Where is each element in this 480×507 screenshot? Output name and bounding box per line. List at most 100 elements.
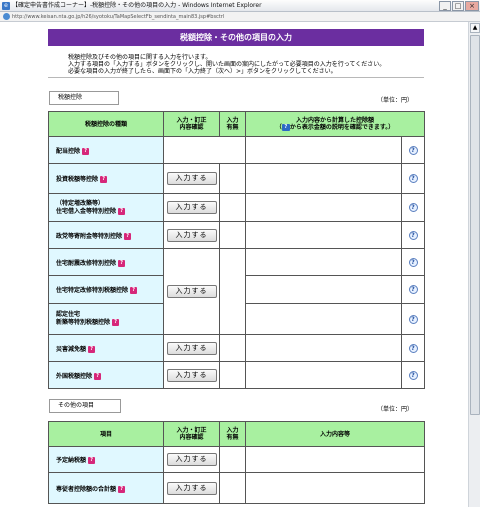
scroll-thumb[interactable] bbox=[470, 35, 480, 415]
question-icon[interactable]: ? bbox=[88, 457, 96, 464]
help-icon[interactable]: ? bbox=[408, 285, 418, 294]
help-icon[interactable]: ? bbox=[408, 230, 418, 240]
amount-cell bbox=[245, 221, 402, 249]
table-row: 住宅耐震改修特別控除? 入力する ? bbox=[48, 248, 426, 335]
question-icon[interactable]: ? bbox=[124, 232, 132, 240]
button-cell: 入力する bbox=[163, 221, 220, 249]
table-row: （特定増改築等） 住宅借入金等特別控除? 入力する ? bbox=[48, 193, 426, 222]
table-row: 配当控除? ? bbox=[48, 136, 426, 164]
help-cell: ? bbox=[400, 163, 426, 194]
row-label: 災害減免額? bbox=[48, 334, 164, 362]
help-icon[interactable]: ? bbox=[408, 370, 418, 380]
button-cell: 入力する bbox=[163, 472, 220, 504]
table-row: 専従者控除額の合計額? 入力する bbox=[48, 472, 425, 504]
question-icon[interactable]: ? bbox=[82, 147, 90, 155]
input-button[interactable]: 入力する bbox=[166, 285, 217, 298]
window-title: 【確定申告書作成コーナー】-税額控除・その他の項目の入力 - Windows I… bbox=[12, 2, 262, 9]
input-button[interactable]: 入力する bbox=[166, 228, 217, 242]
help-icon[interactable]: ? bbox=[408, 145, 418, 155]
amount-cell bbox=[245, 303, 402, 335]
has-cell bbox=[219, 221, 246, 249]
help-icon[interactable]: ? bbox=[408, 174, 418, 183]
button-cell: 入力する bbox=[163, 248, 220, 335]
amount-cell bbox=[245, 361, 402, 389]
table-row: 投資税額等控除? 入力する ? bbox=[48, 163, 426, 194]
scroll-up-arrow-icon[interactable]: ▲ bbox=[470, 23, 480, 33]
help-cell: ? bbox=[400, 361, 426, 389]
amount-cell bbox=[245, 136, 402, 164]
address-text: http://www.keisan.nta.go.jp/h26/syotoku/… bbox=[12, 14, 225, 20]
help-cell: ? bbox=[400, 136, 426, 164]
close-button[interactable]: × bbox=[465, 1, 479, 11]
question-icon[interactable]: ? bbox=[130, 287, 138, 294]
amount-cell bbox=[245, 275, 402, 304]
has-cell bbox=[219, 472, 246, 504]
other-unit: （単位：円） bbox=[376, 406, 413, 413]
other-section-label: その他の項目 bbox=[49, 399, 121, 413]
address-bar[interactable]: http://www.keisan.nta.go.jp/h26/syotoku/… bbox=[0, 12, 480, 22]
row-label: 認定住宅 新築等特別税額控除? bbox=[48, 303, 164, 335]
header-type: 税額控除の種類 bbox=[48, 111, 164, 137]
input-button[interactable]: 入力する bbox=[166, 201, 217, 214]
question-icon[interactable]: ? bbox=[112, 319, 120, 326]
tax-credit-table: 税額控除の種類 入力・訂正 内容確認 入力 有無 入力内容から計算した控除額（? から… bbox=[48, 111, 426, 389]
button-cell: 入力する bbox=[163, 361, 220, 389]
row-label: 外国税額控除? bbox=[48, 361, 164, 389]
vertical-scrollbar[interactable]: ▲ bbox=[468, 22, 480, 507]
has-cell bbox=[219, 361, 246, 389]
help-small-icon: ? bbox=[281, 124, 290, 131]
header-input: 入力・訂正 内容確認 bbox=[163, 421, 220, 447]
help-cell: ? bbox=[400, 248, 426, 276]
row-label: 予定納税額? bbox=[48, 446, 164, 473]
question-icon[interactable]: ? bbox=[118, 259, 126, 267]
intro-line-2: 入力する項目の「入力する」ボタンをクリックし、開いた画面の案内にしたがって必要項… bbox=[68, 61, 386, 68]
input-button[interactable]: 入力する bbox=[166, 453, 217, 466]
row-label: 専従者控除額の合計額? bbox=[48, 472, 164, 504]
help-icon[interactable]: ? bbox=[408, 257, 418, 267]
has-cell bbox=[219, 193, 246, 222]
help-cell: ? bbox=[400, 275, 426, 304]
table-row: 政党等寄附金等特別控除? 入力する ? bbox=[48, 221, 426, 249]
row-label: 住宅耐震改修特別控除? bbox=[48, 248, 164, 276]
maximize-button[interactable]: □ bbox=[452, 1, 464, 11]
intro-line-1: 税額控除及びその他の項目に関する入力を行います。 bbox=[68, 54, 212, 61]
question-icon[interactable]: ? bbox=[100, 176, 108, 183]
input-button[interactable]: 入力する bbox=[166, 341, 217, 355]
help-cell: ? bbox=[400, 334, 426, 362]
question-icon[interactable]: ? bbox=[118, 207, 126, 215]
amount-cell bbox=[245, 334, 402, 362]
button-cell: 入力する bbox=[163, 446, 220, 473]
row-label: 政党等寄附金等特別控除? bbox=[48, 221, 164, 249]
header-input: 入力・訂正 内容確認 bbox=[163, 111, 220, 137]
page-content: 税額控除・その他の項目の入力 税額控除及びその他の項目に関する入力を行います。 … bbox=[0, 22, 468, 507]
content-cell bbox=[245, 472, 425, 504]
has-cell bbox=[219, 248, 246, 335]
help-cell: ? bbox=[400, 303, 426, 335]
question-icon[interactable]: ? bbox=[88, 345, 96, 353]
help-icon[interactable]: ? bbox=[408, 343, 418, 353]
tax-credit-section-label: 税額控除 bbox=[49, 91, 119, 105]
row-label: 住宅特定改修特別税額控除? bbox=[48, 275, 164, 304]
title-bar: e 【確定申告書作成コーナー】-税額控除・その他の項目の入力 - Windows… bbox=[0, 0, 480, 12]
help-icon[interactable]: ? bbox=[408, 314, 418, 324]
input-button[interactable]: 入力する bbox=[166, 368, 217, 382]
header-has: 入力 有無 bbox=[219, 421, 246, 447]
input-button[interactable]: 入力する bbox=[166, 481, 217, 495]
amount-cell bbox=[245, 163, 402, 194]
question-icon[interactable]: ? bbox=[118, 485, 126, 493]
input-button[interactable]: 入力する bbox=[166, 172, 217, 185]
header-has: 入力 有無 bbox=[219, 111, 246, 137]
tax-credit-header-row: 税額控除の種類 入力・訂正 内容確認 入力 有無 入力内容から計算した控除額（? から… bbox=[48, 111, 426, 137]
row-label: 投資税額等控除? bbox=[48, 163, 164, 194]
question-icon[interactable]: ? bbox=[94, 372, 102, 380]
button-cell: 入力する bbox=[163, 193, 220, 222]
page-icon bbox=[3, 13, 10, 20]
help-icon[interactable]: ? bbox=[408, 203, 418, 212]
divider bbox=[48, 77, 424, 78]
help-cell: ? bbox=[400, 193, 426, 222]
amount-cell bbox=[245, 193, 402, 222]
content-cell bbox=[245, 446, 425, 473]
header-result: 入力内容から計算した控除額（? から表示金額の説明を確認できます。） bbox=[244, 111, 426, 137]
minimize-button[interactable]: _ bbox=[439, 1, 451, 11]
header-content: 入力内容等 bbox=[245, 421, 425, 447]
